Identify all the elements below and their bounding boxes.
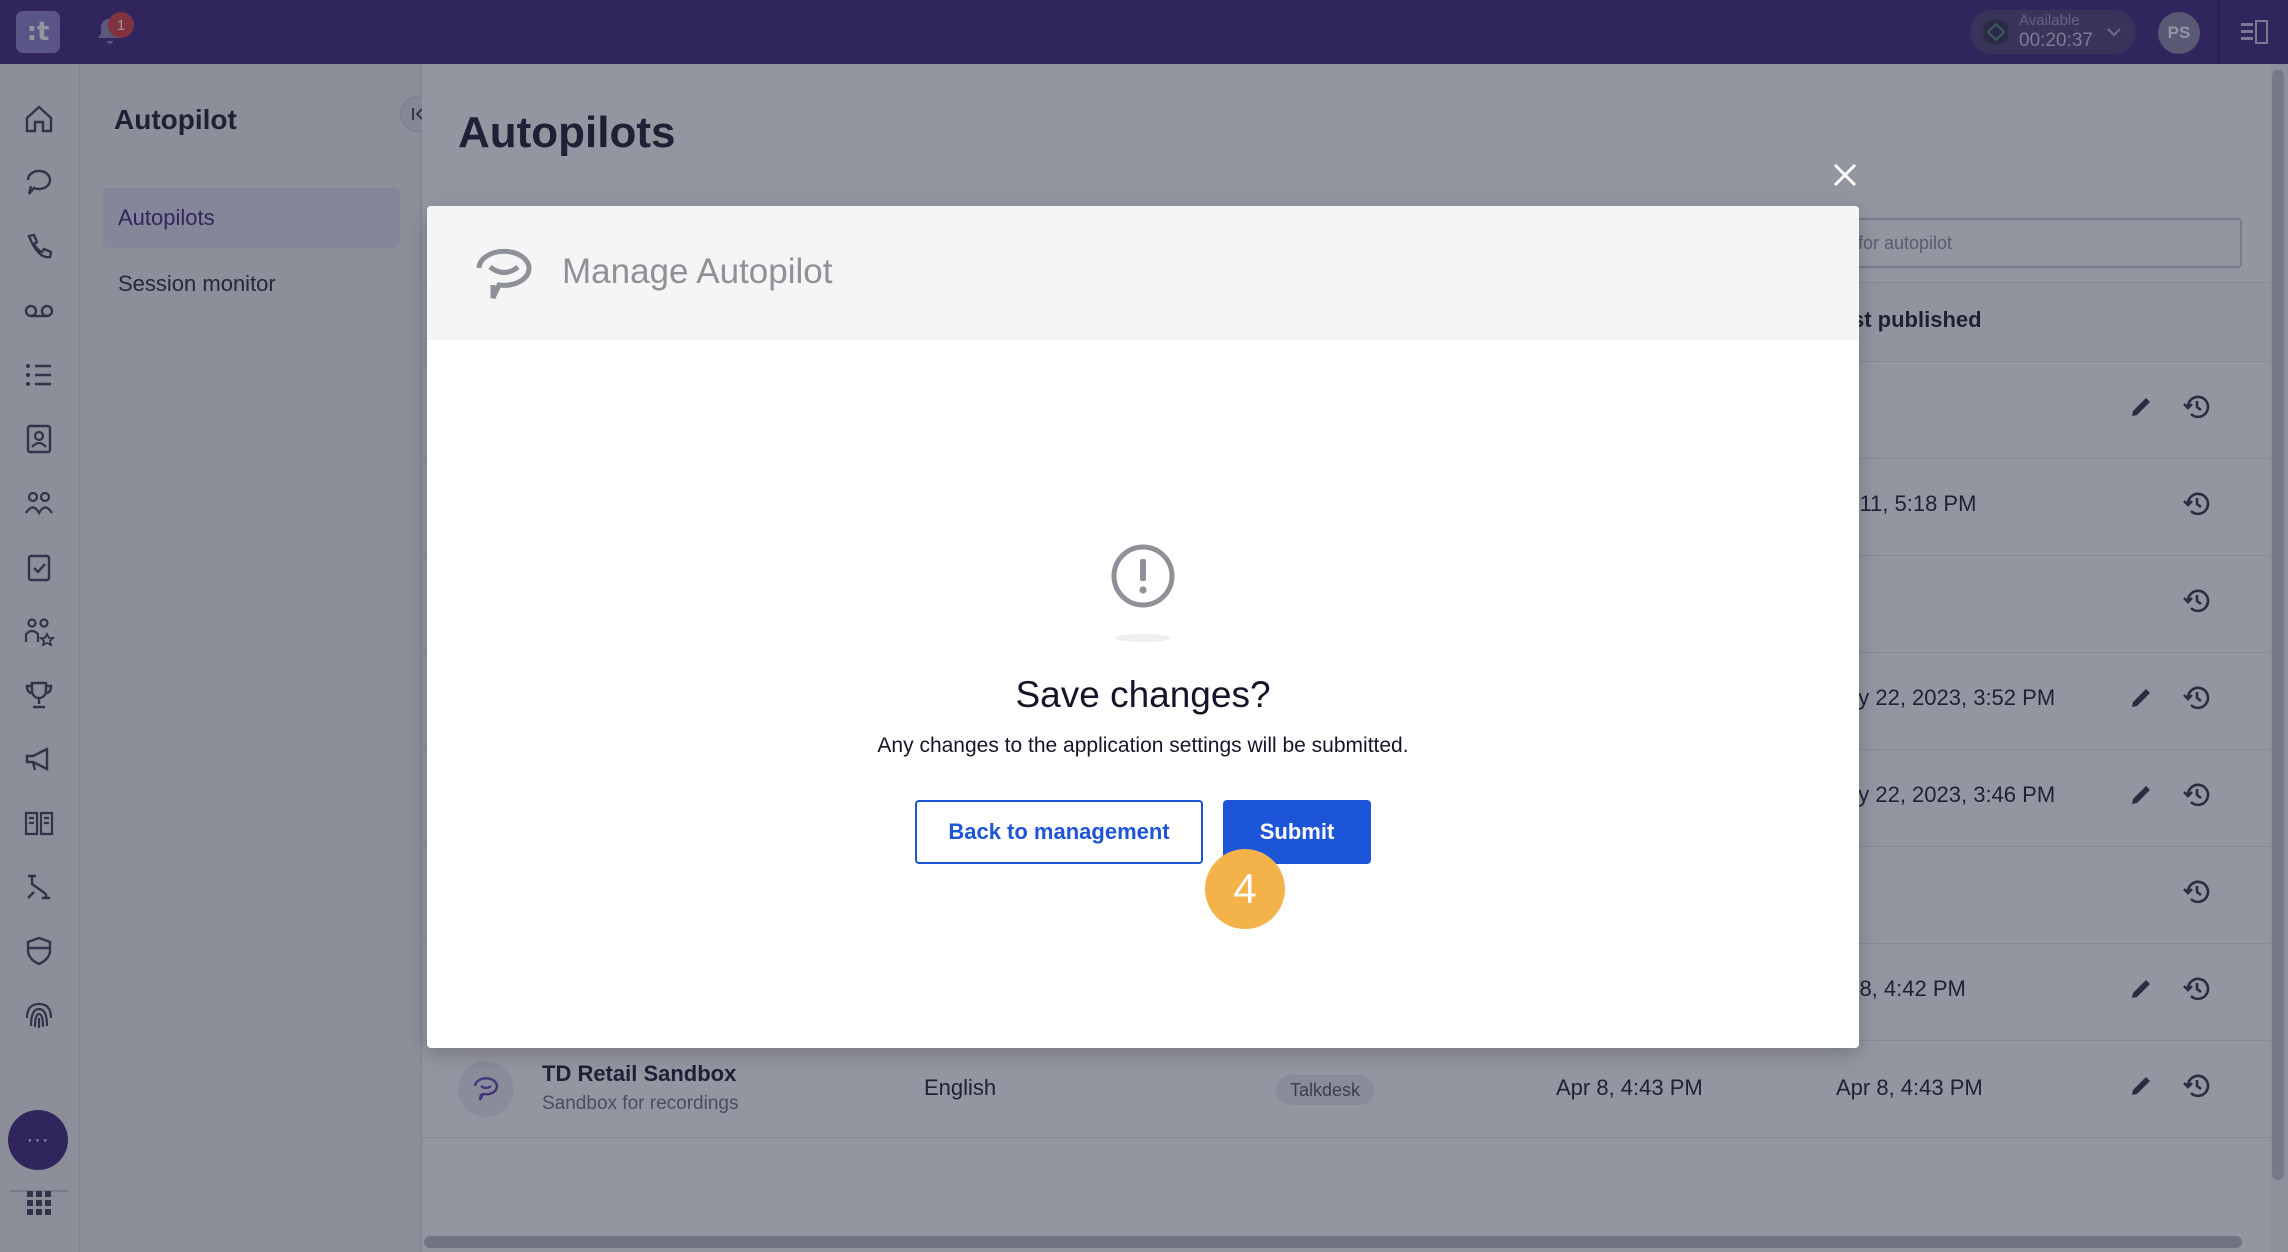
manage-autopilot-dialog: Manage Autopilot Save changes? Any chang…: [427, 206, 1859, 1048]
exclamation-icon: [1111, 544, 1175, 608]
autopilot-logo-icon: [476, 248, 532, 300]
step-number-badge: 4: [1205, 849, 1285, 929]
dialog-header: Manage Autopilot: [427, 206, 1859, 340]
icon-shadow: [1115, 634, 1171, 642]
dialog-title: Manage Autopilot: [562, 252, 833, 291]
dialog-message: Any changes to the application settings …: [877, 734, 1409, 757]
dialog-heading: Save changes?: [1015, 674, 1271, 715]
back-to-management-button[interactable]: Back to management: [915, 800, 1203, 864]
close-icon[interactable]: [1828, 158, 1862, 192]
